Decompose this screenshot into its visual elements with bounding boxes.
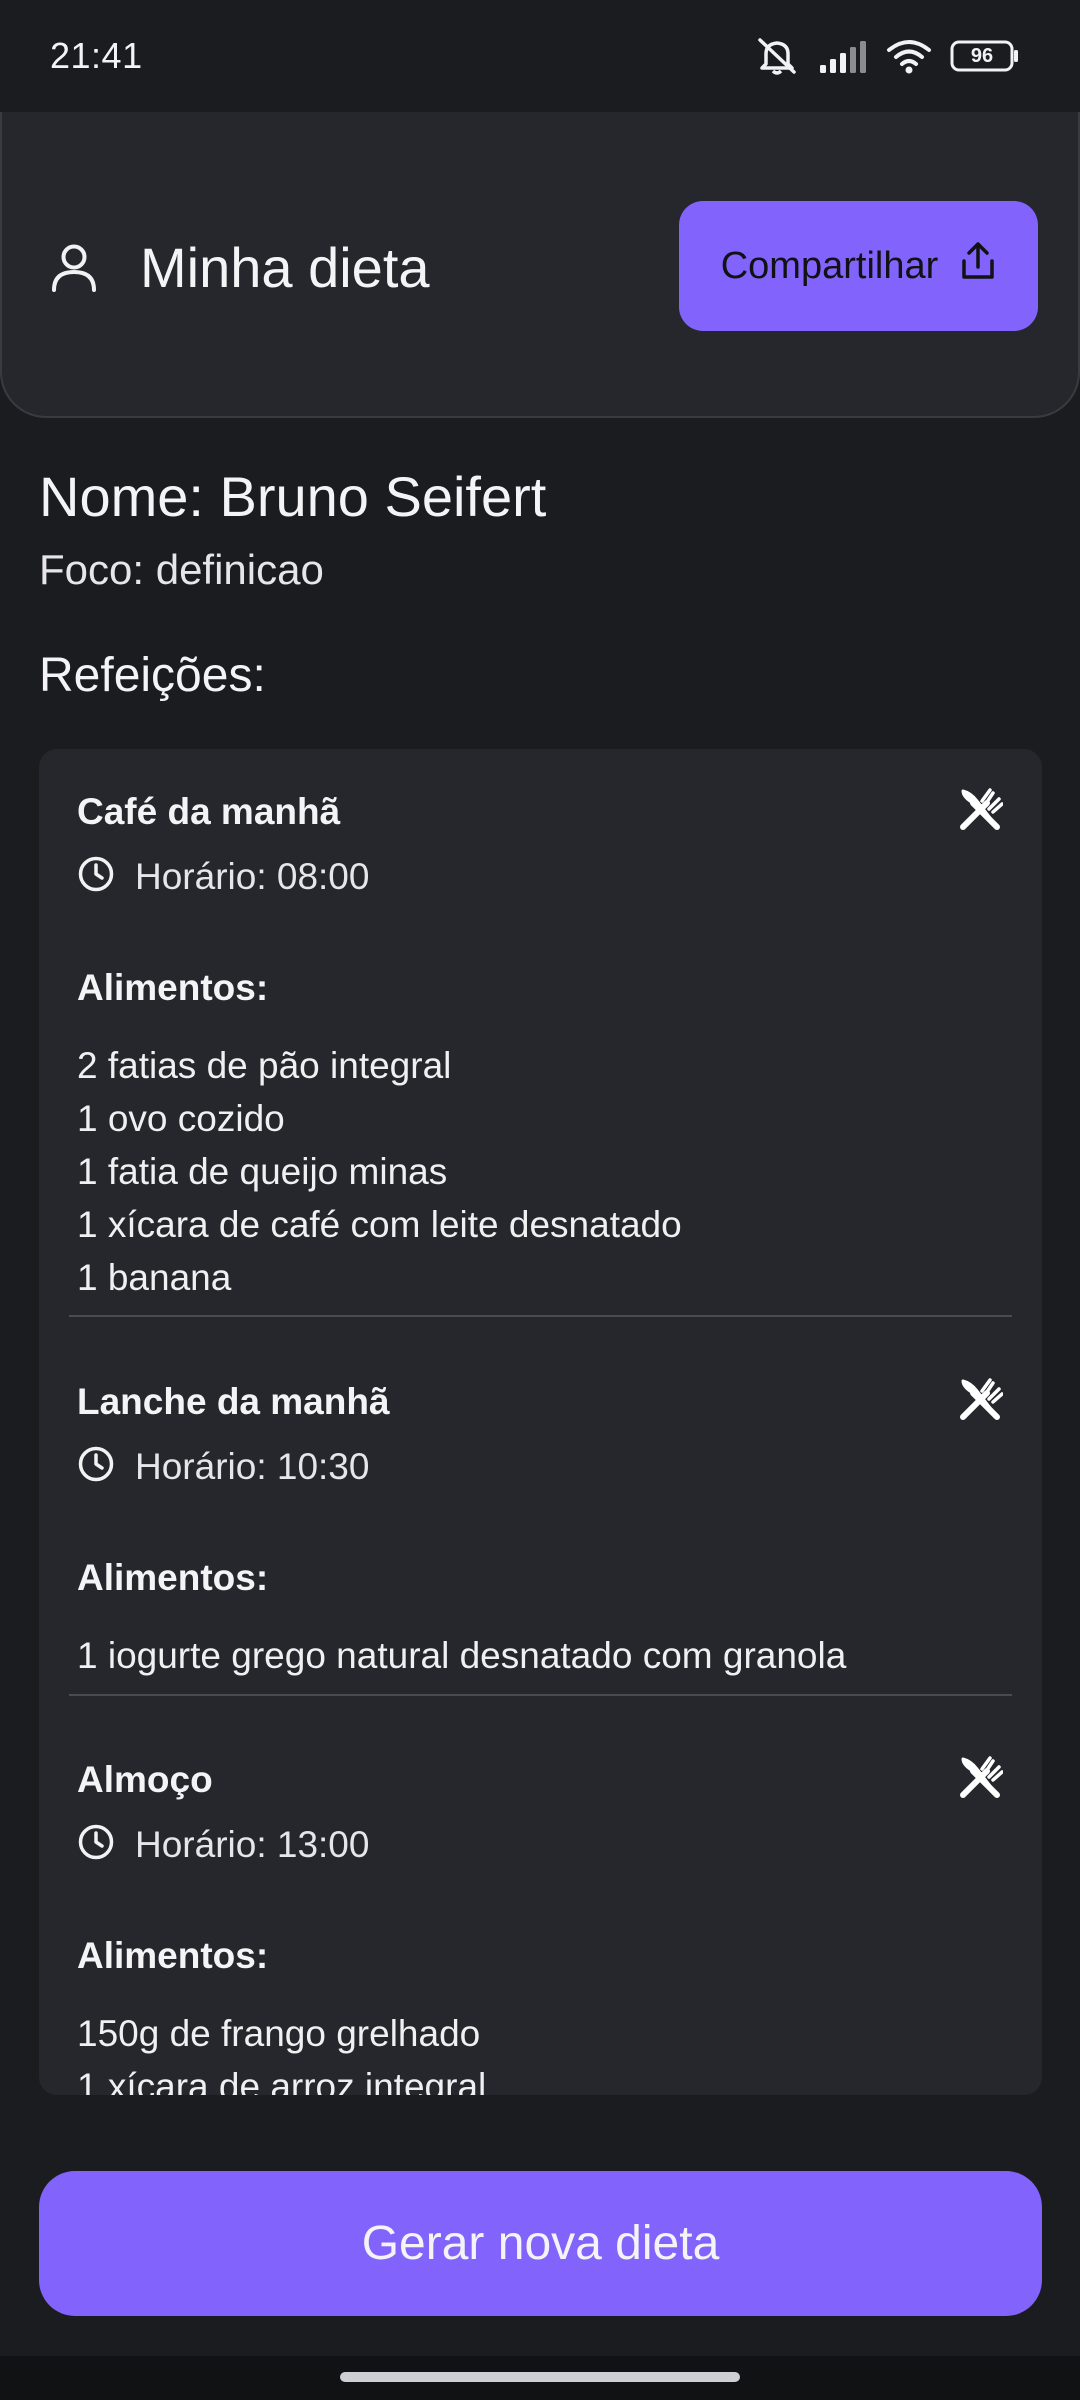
meals-heading: Refeições: <box>39 649 266 702</box>
battery-level: 96 <box>970 45 994 67</box>
foods-list: 2 fatias de pão integral 1 ovo cozido 1 … <box>77 1039 682 1304</box>
wifi-icon <box>886 38 932 74</box>
meal-time: Horário: 08:00 <box>135 855 370 897</box>
food-item: 2 fatias de pão integral <box>77 1045 452 1086</box>
meal-time: Horário: 13:00 <box>135 1823 370 1865</box>
meal-title: Café da manhã <box>77 791 341 832</box>
mute-icon <box>754 36 800 76</box>
foods-list: 150g de frango grelhado 1 xícara de arro… <box>77 2007 486 2095</box>
foods-label: Alimentos: <box>77 1557 269 1598</box>
generate-diet-button[interactable]: Gerar nova dieta <box>39 2171 1042 2316</box>
meal-time-row: Horário: 13:00 <box>77 1823 369 1866</box>
profile-name: Nome: Bruno Seifert <box>39 465 547 528</box>
home-indicator[interactable] <box>340 2372 740 2382</box>
foods-list: 1 iogurte grego natural desnatado com gr… <box>77 1629 846 1682</box>
clock-icon <box>77 855 115 898</box>
user-icon[interactable] <box>46 240 102 301</box>
meal-divider <box>69 1694 1012 1696</box>
status-icons: 96 <box>754 36 1020 76</box>
signal-icon <box>818 39 868 73</box>
meal-time-row: Horário: 08:00 <box>77 855 369 898</box>
status-bar: 21:41 96 <box>0 0 1080 112</box>
foods-label: Alimentos: <box>77 967 269 1008</box>
share-button-label: Compartilhar <box>720 244 939 287</box>
food-item: 1 xícara de café com leite desnatado <box>77 1204 682 1245</box>
food-item: 150g de frango grelhado <box>77 2013 481 2054</box>
cutlery-icon <box>957 1755 1004 1806</box>
food-item: 1 xícara de arroz integral <box>77 2066 487 2095</box>
meal-divider <box>69 1315 1012 1317</box>
status-time: 21:41 <box>50 35 143 76</box>
battery-icon: 96 <box>950 39 1020 73</box>
meal-card: Lanche da manhã Horário: 10:30 Alimentos… <box>39 1339 1042 1717</box>
share-icon <box>960 241 996 291</box>
meal-card: Almoço Horário: 13:00 Alimentos: 150g de… <box>39 1717 1042 2095</box>
meal-title: Almoço <box>77 1759 213 1800</box>
clock-icon <box>77 1823 115 1866</box>
meal-time-row: Horário: 10:30 <box>77 1445 369 1488</box>
food-item: 1 ovo cozido <box>77 1098 285 1139</box>
food-item: 1 fatia de queijo minas <box>77 1151 448 1192</box>
page-title: Minha dieta <box>140 236 430 299</box>
share-button[interactable]: Compartilhar <box>679 201 1038 331</box>
cutlery-icon <box>957 1377 1004 1428</box>
profile-focus: Foco: definicao <box>39 546 324 593</box>
clock-icon <box>77 1445 115 1488</box>
meal-title: Lanche da manhã <box>77 1381 390 1422</box>
meal-card: Café da manhã Horário: 08:00 Alimentos: … <box>39 749 1042 1316</box>
meal-time: Horário: 10:30 <box>135 1445 370 1487</box>
food-item: 1 iogurte grego natural desnatado com gr… <box>77 1635 847 1676</box>
meals-list[interactable]: Café da manhã Horário: 08:00 Alimentos: … <box>39 749 1042 2095</box>
app-header: Minha dieta Compartilhar <box>0 112 1080 418</box>
cutlery-icon <box>957 787 1004 838</box>
foods-label: Alimentos: <box>77 1935 269 1976</box>
food-item: 1 banana <box>77 1257 232 1298</box>
